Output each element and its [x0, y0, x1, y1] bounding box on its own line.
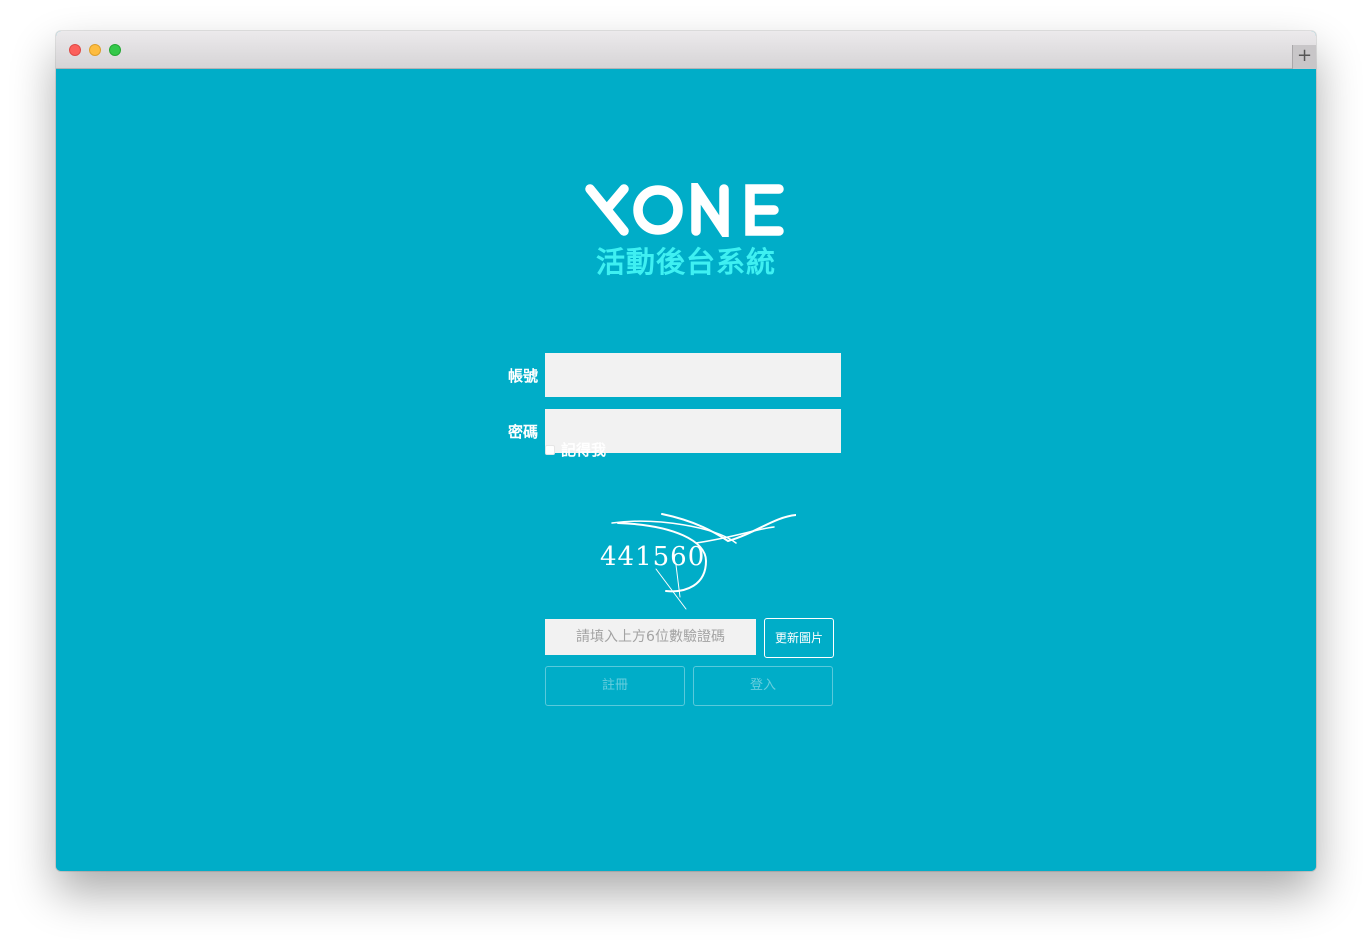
captcha-code: 441560: [600, 542, 705, 572]
system-subtitle: 活動後台系統: [595, 245, 776, 279]
refresh-captcha-button[interactable]: 更新圖片: [764, 618, 834, 658]
remember-me-label: 記得我: [561, 441, 607, 459]
new-tab-button[interactable]: +: [1292, 45, 1316, 69]
account-input[interactable]: [545, 353, 841, 397]
login-page: 活動後台系統 帳號 密碼 記得我 441560 更新圖片 註冊 登入: [56, 69, 1316, 871]
captcha-input[interactable]: [545, 619, 756, 655]
maximize-window-button[interactable]: [109, 44, 121, 56]
plus-icon: +: [1296, 45, 1313, 66]
remember-me-row[interactable]: 記得我: [545, 439, 606, 461]
account-label: 帳號: [507, 367, 538, 385]
captcha-image: 441560: [600, 513, 796, 610]
close-window-button[interactable]: [69, 44, 81, 56]
title-bar: +: [56, 31, 1316, 69]
password-label: 密碼: [507, 423, 538, 441]
register-button[interactable]: 註冊: [545, 666, 685, 706]
minimize-window-button[interactable]: [89, 44, 101, 56]
remember-me-checkbox[interactable]: [545, 445, 555, 455]
xone-logo: [585, 183, 784, 237]
login-button[interactable]: 登入: [693, 666, 833, 706]
browser-window: + 活動後台系統 帳號 密碼 記得我 441560 請填入上方6位數驗證碼 更新…: [56, 31, 1316, 871]
